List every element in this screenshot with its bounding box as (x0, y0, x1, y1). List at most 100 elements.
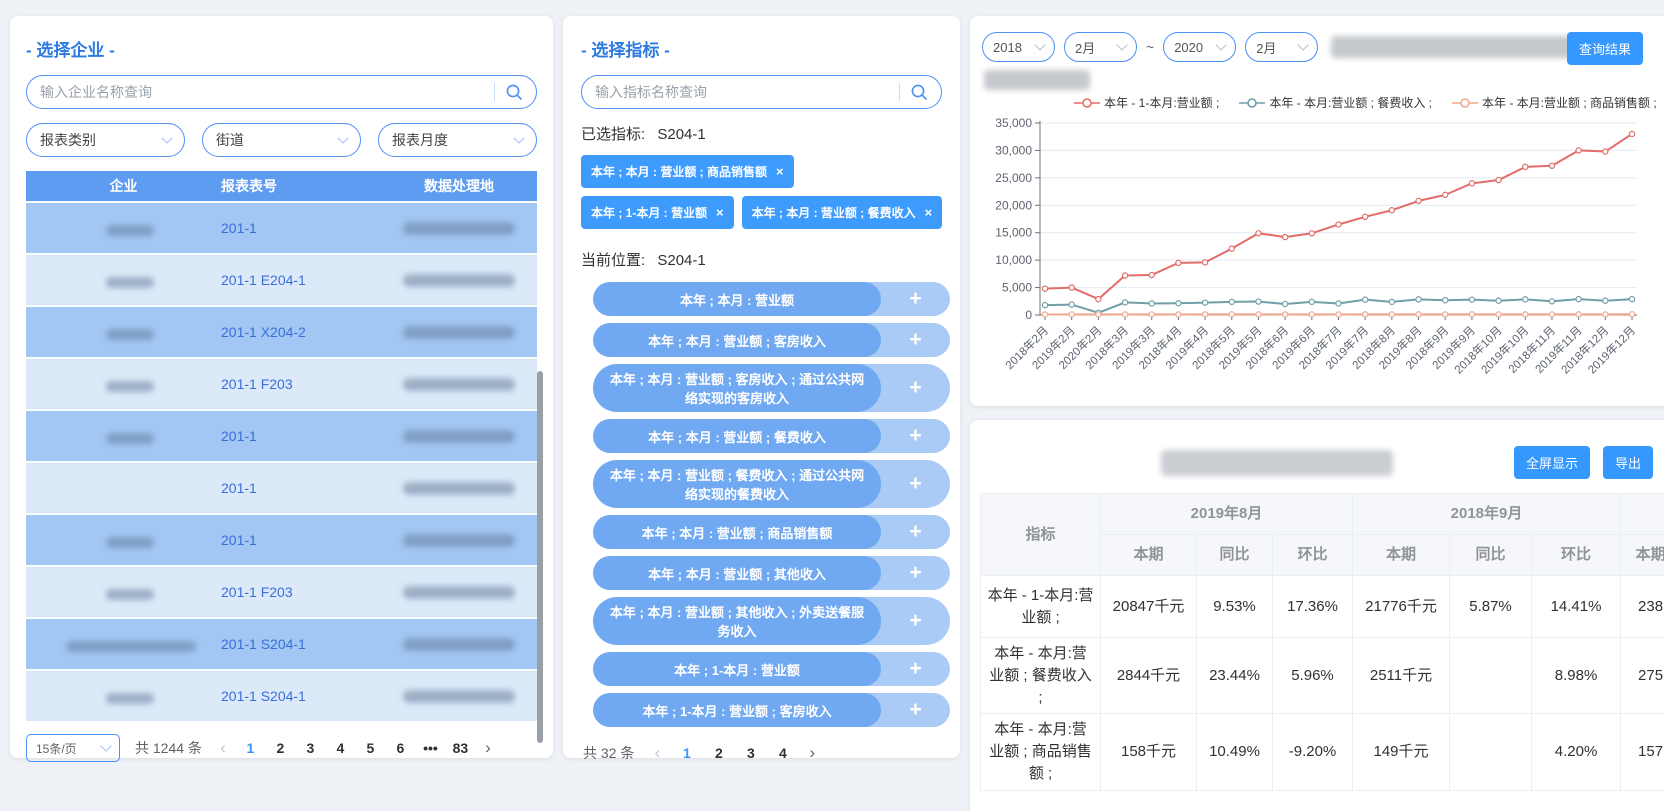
indicator-panel: - 选择指标 - 已选指标: S204-1 本年 ; 本月 : 营业额 ; 商品… (563, 16, 960, 758)
indicator-option: 本年 ; 1-本月 : 营业额 + (593, 652, 950, 686)
cell-value: 14.41% (1532, 576, 1621, 638)
export-button[interactable]: 导出 (1603, 446, 1653, 479)
enterprise-table: 企业 报表表号 数据处理地 201-1 201-1 E204-1 201-1 X… (26, 171, 537, 721)
start-month-select[interactable]: 2月 (1064, 32, 1137, 62)
end-year-select[interactable]: 2020 (1163, 32, 1236, 62)
data-location-redacted (381, 534, 537, 547)
page-number[interactable]: 3 (300, 740, 321, 756)
legend-item[interactable]: 本年 - 本月:营业额 ; 餐费收入 ; (1239, 94, 1432, 111)
report-no: 201-1 (221, 480, 381, 496)
indicator-tag[interactable]: 本年 ; 本月 : 营业额 ; 餐费收入 × (742, 196, 943, 229)
page-size-select[interactable]: 15条/页 (26, 734, 120, 762)
indicator-option-label[interactable]: 本年 ; 本月 : 营业额 ; 餐费收入 (593, 419, 881, 453)
close-icon[interactable]: × (716, 206, 724, 219)
filter-report-month[interactable]: 报表月度 (378, 123, 537, 157)
add-indicator-icon[interactable]: + (881, 282, 950, 316)
indicator-option-label[interactable]: 本年 ; 本月 : 营业额 ; 商品销售额 (593, 515, 881, 549)
page-size-value: 15条/页 (36, 740, 77, 757)
fullscreen-button[interactable]: 全屏显示 (1514, 446, 1590, 479)
indicator-option: 本年 ; 本月 : 营业额 ; 客房收入 + (593, 323, 950, 357)
filter-street[interactable]: 街道 (202, 123, 361, 157)
close-icon[interactable]: × (925, 206, 933, 219)
filter-report-type[interactable]: 报表类别 (26, 123, 185, 157)
indicator-option-label[interactable]: 本年 ; 本月 : 营业额 (593, 282, 881, 316)
page-number[interactable]: 2 (708, 745, 729, 761)
search-icon[interactable] (505, 83, 523, 101)
indicator-option-label[interactable]: 本年 ; 本月 : 营业额 ; 其他收入 ; 外卖送餐服务收入 (593, 597, 881, 645)
close-icon[interactable]: × (776, 165, 784, 178)
line-chart[interactable]: 05,00010,00015,00020,00025,00030,00035,0… (982, 111, 1664, 403)
period-header: 2019年8月 (1101, 494, 1353, 535)
page-number[interactable]: 4 (772, 745, 793, 761)
start-year-select[interactable]: 2018 (982, 32, 1055, 62)
add-indicator-icon[interactable]: + (881, 364, 950, 412)
add-indicator-icon[interactable]: + (881, 693, 950, 727)
end-month-select[interactable]: 2月 (1245, 32, 1318, 62)
page-number[interactable]: 3 (740, 745, 761, 761)
table-row[interactable]: 201-1 F203 (26, 359, 537, 409)
report-no: 201-1 S204-1 (221, 636, 381, 652)
page-number[interactable]: 4 (330, 740, 351, 756)
cell-value (1450, 638, 1532, 714)
indicator-tag[interactable]: 本年 ; 1-本月 : 营业额 × (581, 196, 734, 229)
query-result-button[interactable]: 查询结果 (1567, 32, 1643, 65)
prev-page-icon[interactable]: ‹ (215, 738, 231, 758)
data-location-redacted (381, 222, 537, 235)
report-no: 201-1 F203 (221, 376, 381, 392)
cell-value: 17.36% (1273, 576, 1353, 638)
page-number[interactable]: 1 (240, 740, 261, 756)
indicator-option-label[interactable]: 本年 ; 1-本月 : 营业额 ; 客房收入 (593, 693, 881, 727)
add-indicator-icon[interactable]: + (881, 556, 950, 590)
col-report-no: 报表表号 (221, 176, 381, 196)
search-divider (899, 83, 900, 101)
chevron-down-icon (1034, 39, 1045, 50)
legend-item[interactable]: 本年 - 1-本月:营业额 ; (1074, 94, 1219, 111)
table-row[interactable]: 201-1 (26, 463, 537, 513)
page-number[interactable]: 6 (390, 740, 411, 756)
page-number[interactable]: 2 (270, 740, 291, 756)
add-indicator-icon[interactable]: + (881, 323, 950, 357)
prev-page-icon[interactable]: ‹ (649, 743, 665, 763)
enterprise-search-input[interactable] (40, 84, 484, 100)
table-row[interactable]: 201-1 (26, 411, 537, 461)
add-indicator-icon[interactable]: + (881, 419, 950, 453)
redacted-text (1331, 36, 1583, 58)
add-indicator-icon[interactable]: + (881, 460, 950, 508)
table-row[interactable]: 201-1 F203 (26, 567, 537, 617)
page-ellipsis[interactable]: ••• (420, 740, 441, 756)
table-row[interactable]: 201-1 (26, 203, 537, 253)
indicator-option-label[interactable]: 本年 ; 本月 : 营业额 ; 其他收入 (593, 556, 881, 590)
add-indicator-icon[interactable]: + (881, 597, 950, 645)
svg-text:15,000: 15,000 (995, 226, 1032, 240)
indicator-search-input[interactable] (595, 84, 889, 100)
cell-value: -9.20% (1273, 714, 1353, 790)
enterprise-panel-title: - 选择企业 - (26, 36, 537, 61)
table-row[interactable]: 201-1 S204-1 (26, 671, 537, 721)
chevron-down-icon (100, 740, 111, 751)
page-number[interactable]: 1 (676, 745, 697, 761)
report-no: 201-1 X204-2 (221, 324, 381, 340)
next-page-icon[interactable]: › (804, 743, 820, 763)
sub-header: 环比 (1532, 535, 1621, 576)
search-icon[interactable] (910, 83, 928, 101)
table-row[interactable]: 201-1 X204-2 (26, 307, 537, 357)
indicator-option-label[interactable]: 本年 ; 本月 : 营业额 ; 客房收入 ; 通过公共网络实现的客房收入 (593, 364, 881, 412)
sub-header: 本期 (1353, 535, 1450, 576)
add-indicator-icon[interactable]: + (881, 652, 950, 686)
indicator-option-label[interactable]: 本年 ; 1-本月 : 营业额 (593, 652, 881, 686)
table-row[interactable]: 201-1 S204-1 (26, 619, 537, 669)
col-indicator: 指标 (981, 494, 1101, 576)
legend-item[interactable]: 本年 - 本月:营业额 ; 商品销售额 ; (1452, 94, 1657, 111)
cell-value: 238 (1621, 576, 1664, 638)
table-row[interactable]: 201-1 (26, 515, 537, 565)
chevron-down-icon (161, 132, 172, 143)
table-row[interactable]: 201-1 E204-1 (26, 255, 537, 305)
table-scrollbar[interactable] (537, 371, 543, 743)
add-indicator-icon[interactable]: + (881, 515, 950, 549)
indicator-tag[interactable]: 本年 ; 本月 : 营业额 ; 商品销售额 × (581, 155, 794, 188)
next-page-icon[interactable]: › (480, 738, 496, 758)
page-number[interactable]: 83 (450, 740, 471, 756)
indicator-option-label[interactable]: 本年 ; 本月 : 营业额 ; 餐费收入 ; 通过公共网络实现的餐费收入 (593, 460, 881, 508)
indicator-option-label[interactable]: 本年 ; 本月 : 营业额 ; 客房收入 (593, 323, 881, 357)
page-number[interactable]: 5 (360, 740, 381, 756)
